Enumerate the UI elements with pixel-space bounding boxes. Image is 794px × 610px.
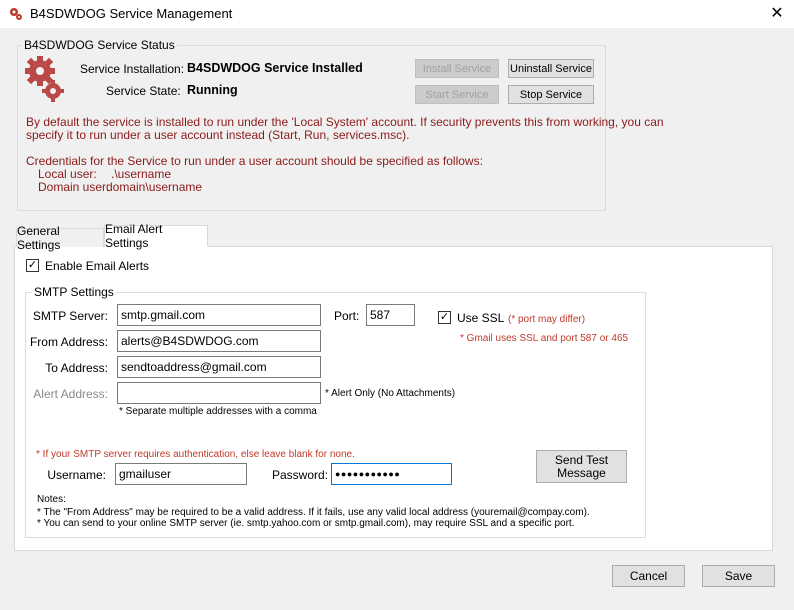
domain-user-value: domain\username [106,180,203,194]
alert-address-label: Alert Address: [33,387,108,401]
save-button[interactable]: Save [702,565,775,587]
auth-note: * If your SMTP server requires authentic… [36,449,355,460]
alert-address-input[interactable] [117,382,321,404]
start-service-button[interactable]: Start Service [415,85,499,104]
gmail-note: * Gmail uses SSL and port 587 or 465 [460,333,629,344]
local-user-value: .\username [111,167,172,181]
send-test-message-button[interactable]: Send Test Message [536,450,627,483]
from-address-label: From Address: [29,335,108,349]
smtp-server-input[interactable]: smtp.gmail.com [117,304,321,326]
info-text-line1: By default the service is installed to r… [26,115,664,129]
from-address-input[interactable]: alerts@B4SDWDOG.com [117,330,321,352]
gears-icon [24,55,68,103]
username-label: Username: [47,468,106,482]
uninstall-service-button[interactable]: Uninstall Service [508,59,594,78]
send-test-label-line2: Message [557,465,606,480]
gears-icon [8,6,24,22]
smtp-server-label: SMTP Server: [32,309,108,323]
close-button[interactable]: ✕ [760,0,794,28]
password-input[interactable]: ●●●●●●●●●●● [331,463,452,485]
notes-title: Notes: [37,494,66,505]
cancel-button[interactable]: Cancel [612,565,685,587]
port-label: Port: [334,309,360,323]
local-user-label: Local user: [38,167,97,181]
credentials-text: Credentials for the Service to run under… [26,154,483,168]
tab-general-settings[interactable]: General Settings [16,224,104,252]
port-input[interactable]: 587 [366,304,415,326]
use-ssl-label: Use SSL [457,311,505,325]
separate-addresses-note: * Separate multiple addresses with a com… [119,406,317,417]
tab-email-alert-settings[interactable]: Email Alert Settings [104,222,208,250]
port-note: (* port may differ) [508,314,586,325]
note-from-address: * The "From Address" may be required to … [37,507,590,518]
info-text-line2: specify it to run under a user account i… [26,128,410,142]
checkmark-icon: ✓ [439,311,450,323]
installation-value: B4SDWDOG Service Installed [187,61,363,75]
alert-only-note: * Alert Only (No Attachments) [325,388,456,399]
stop-service-button[interactable]: Stop Service [508,85,594,104]
smtp-settings-title: SMTP Settings [32,285,116,299]
password-label: Password: [272,468,329,482]
use-ssl-checkbox[interactable]: ✓ [438,311,451,324]
service-status-title: B4SDWDOG Service Status [22,38,177,52]
installation-label: Service Installation: [80,62,185,76]
username-input[interactable]: gmailuser [115,463,247,485]
window-title: B4SDWDOG Service Management [30,6,233,21]
install-service-button[interactable]: Install Service [415,59,499,78]
note-online-smtp: * You can send to your online SMTP serve… [37,518,575,529]
to-address-label: To Address: [45,361,108,375]
to-address-input[interactable]: sendtoaddress@gmail.com [117,356,321,378]
domain-user-label: Domain user: [38,180,110,194]
state-label: Service State: [106,84,181,98]
state-value: Running [187,83,238,97]
enable-email-alerts-checkbox[interactable]: ✓ [26,259,39,272]
send-test-label-line1: Send Test [554,452,609,467]
checkmark-icon: ✓ [27,259,38,271]
enable-email-alerts-label: Enable Email Alerts [45,259,150,273]
